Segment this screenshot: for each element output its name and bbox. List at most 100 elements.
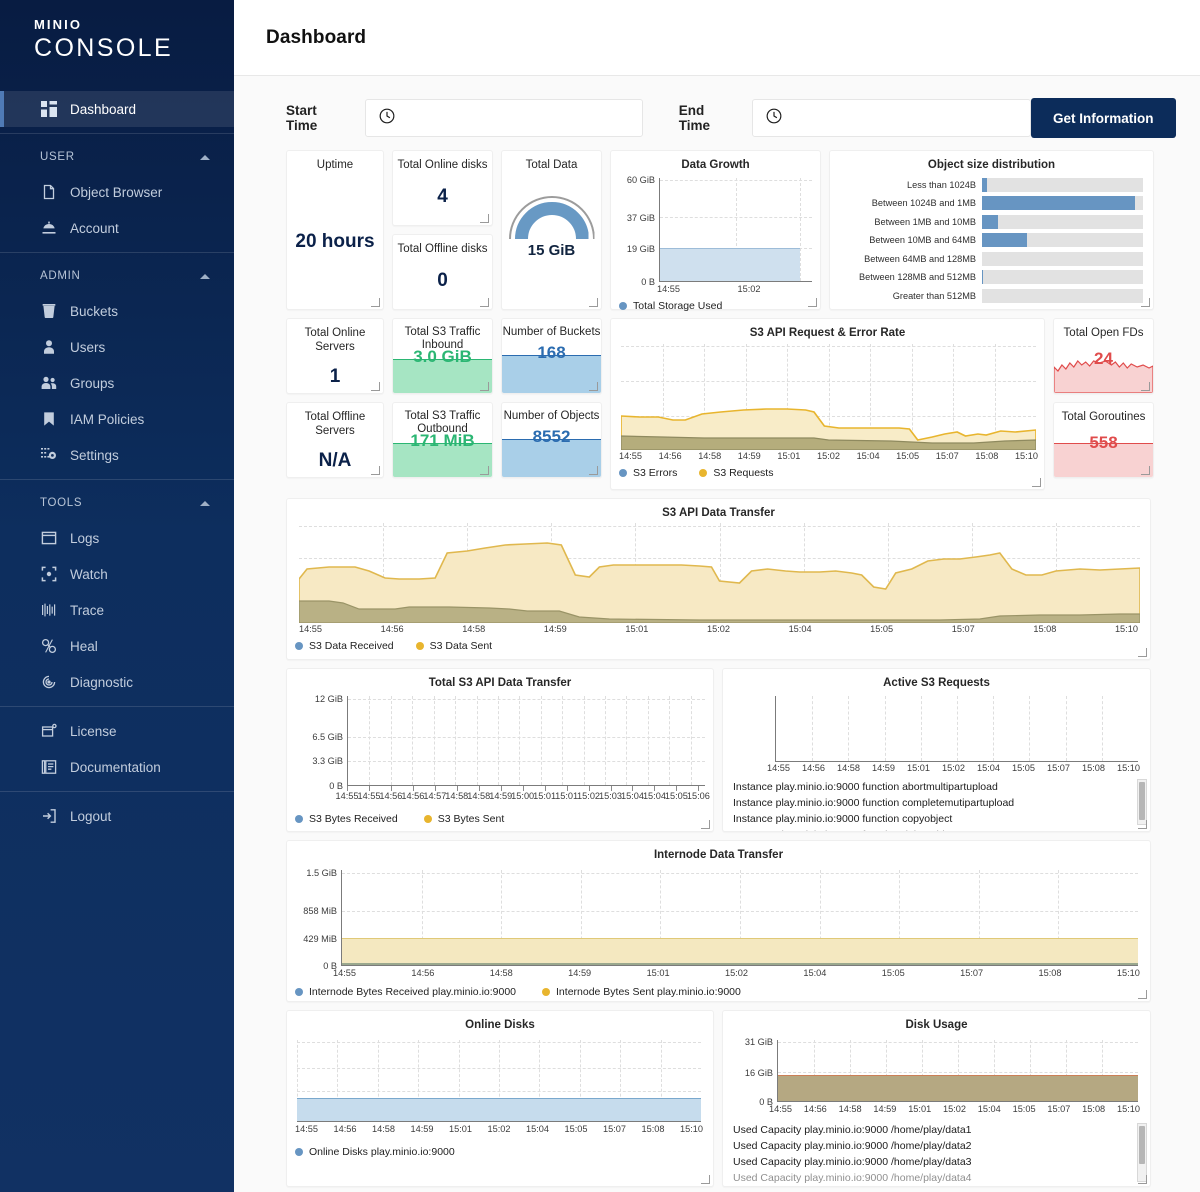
sidebar-item-heal[interactable]: Heal xyxy=(0,628,234,664)
sidebar-item-license[interactable]: License xyxy=(0,713,234,749)
legend-item[interactable]: Used Capacity play.minio.io:9000 /home/p… xyxy=(733,1138,1150,1154)
x-tick: 14:59 xyxy=(489,791,512,801)
sidebar-item-diagnostic[interactable]: Diagnostic xyxy=(0,664,234,700)
online-disks-chart-card[interactable]: Online Disks 14:55 14:56 14:58 14 xyxy=(286,1010,714,1187)
legend-item[interactable]: Instance play.minio.io:9000 function cop… xyxy=(733,811,1150,827)
resize-handle[interactable] xyxy=(1138,990,1147,999)
resize-handle[interactable] xyxy=(1032,478,1041,487)
total-goroutines-card[interactable]: Total Goroutines 558 xyxy=(1053,402,1154,478)
sidebar-item-logs[interactable]: Logs xyxy=(0,520,234,556)
kpi-row-2: Total Online Servers 1 Total Offline Ser… xyxy=(286,318,1176,490)
card-title: Total Goroutines xyxy=(1054,403,1153,424)
scrollbar-thumb[interactable] xyxy=(1139,1126,1145,1164)
resize-handle[interactable] xyxy=(589,382,598,391)
total-data-card[interactable]: Total Data 15 GiB xyxy=(501,150,602,310)
legend-item[interactable]: S3 Bytes Sent xyxy=(424,813,505,825)
legend-item[interactable]: Used Capacity play.minio.io:9000 /home/p… xyxy=(733,1170,1150,1186)
active-s3-requests-card[interactable]: Active S3 Requests 14:55 14:56 14:58 14:… xyxy=(722,668,1151,832)
total-offline-disks-card[interactable]: Total Offline disks 0 xyxy=(392,234,493,310)
sidebar-item-users[interactable]: Users xyxy=(0,329,234,365)
legend-item[interactable]: Internode Bytes Received play.minio.io:9… xyxy=(295,986,516,998)
sidebar-item-logout[interactable]: Logout xyxy=(0,798,234,834)
x-axis: 14:55 14:56 14:58 14:59 15:01 15:02 15:0… xyxy=(287,966,1150,978)
sidebar-item-object-browser[interactable]: Object Browser xyxy=(0,174,234,210)
sidebar-group-tools[interactable]: TOOLS xyxy=(0,486,234,520)
resize-handle[interactable] xyxy=(701,1175,710,1184)
x-tick: 15:01 xyxy=(555,791,578,801)
legend-item[interactable]: S3 Errors xyxy=(619,467,677,479)
sidebar-group-user[interactable]: USER xyxy=(0,140,234,174)
chevron-up-icon xyxy=(200,155,210,160)
legend-scrollbar[interactable] xyxy=(1137,1123,1147,1182)
resize-handle[interactable] xyxy=(808,298,817,307)
end-time-input[interactable] xyxy=(752,99,1030,137)
resize-handle[interactable] xyxy=(371,298,380,307)
resize-handle[interactable] xyxy=(1138,820,1147,829)
sidebar-item-dashboard[interactable]: Dashboard xyxy=(0,91,234,127)
resize-handle[interactable] xyxy=(480,214,489,223)
resize-handle[interactable] xyxy=(480,382,489,391)
x-tick: 15:04 xyxy=(621,791,644,801)
s3-traffic-outbound-card[interactable]: Total S3 Traffic Outbound 171 MiB xyxy=(392,402,493,478)
number-of-buckets-card[interactable]: Number of Buckets 168 xyxy=(501,318,602,394)
resize-handle[interactable] xyxy=(1138,648,1147,657)
object-size-distribution-card[interactable]: Object size distribution Less than 1024B… xyxy=(829,150,1154,310)
disk-usage-chart-card[interactable]: Disk Usage 0 B 16 GiB 31 GiB xyxy=(722,1010,1151,1187)
sidebar-item-trace[interactable]: Trace xyxy=(0,592,234,628)
total-online-disks-card[interactable]: Total Online disks 4 xyxy=(392,150,493,226)
total-online-servers-card[interactable]: Total Online Servers 1 xyxy=(286,318,384,394)
sidebar-item-label: Settings xyxy=(70,448,119,463)
legend-item[interactable]: S3 Requests xyxy=(699,467,773,479)
resize-handle[interactable] xyxy=(701,820,710,829)
s3-api-data-transfer-card[interactable]: S3 API Data Transfer 14 xyxy=(286,498,1151,660)
sidebar-item-groups[interactable]: Groups xyxy=(0,365,234,401)
x-tick: 14:56 xyxy=(804,1104,827,1114)
resize-handle[interactable] xyxy=(589,298,598,307)
resize-handle[interactable] xyxy=(1141,466,1150,475)
legend-item[interactable]: Used Capacity play.minio.io:9000 /home/p… xyxy=(733,1122,1150,1138)
legend-item[interactable]: Instance play.minio.io:9000 function del… xyxy=(733,827,1150,832)
scrollbar-thumb[interactable] xyxy=(1139,782,1145,820)
total-open-fds-card[interactable]: Total Open FDs 24 xyxy=(1053,318,1154,394)
legend-item[interactable]: Internode Bytes Sent play.minio.io:9000 xyxy=(542,986,741,998)
x-tick: 14:56 xyxy=(334,1124,357,1134)
legend-item[interactable]: S3 Data Sent xyxy=(416,640,492,652)
uptime-card[interactable]: Uptime 20 hours xyxy=(286,150,384,310)
x-axis: 14:55 14:56 14:58 14:59 15:01 15:02 15:0… xyxy=(723,762,1150,773)
get-information-button[interactable]: Get Information xyxy=(1031,98,1176,138)
legend-item[interactable]: S3 Data Received xyxy=(295,640,394,652)
sidebar-item-buckets[interactable]: Buckets xyxy=(0,293,234,329)
s3-api-request-error-rate-card[interactable]: S3 API Request & Error Rate xyxy=(610,318,1045,490)
legend-item[interactable]: Used Capacity play.minio.io:9000 /home/p… xyxy=(733,1154,1150,1170)
sidebar-item-documentation[interactable]: Documentation xyxy=(0,749,234,785)
resize-handle[interactable] xyxy=(1141,298,1150,307)
data-growth-chart-card[interactable]: Data Growth 0 B 19 GiB 37 GiB 60 GiB xyxy=(610,150,821,310)
legend-item[interactable]: S3 Bytes Received xyxy=(295,813,398,825)
legend-scrollbar[interactable] xyxy=(1137,779,1147,825)
sidebar-group-admin[interactable]: ADMIN xyxy=(0,259,234,293)
resize-handle[interactable] xyxy=(589,466,598,475)
number-of-objects-card[interactable]: Number of Objects 8552 xyxy=(501,402,602,478)
sidebar-item-watch[interactable]: Watch xyxy=(0,556,234,592)
sidebar-item-settings[interactable]: Settings xyxy=(0,437,234,473)
resize-handle[interactable] xyxy=(480,298,489,307)
resize-handle[interactable] xyxy=(1138,1175,1147,1184)
sidebar-item-iam-policies[interactable]: IAM Policies xyxy=(0,401,234,437)
legend-item[interactable]: Online Disks play.minio.io:9000 xyxy=(295,1146,455,1158)
total-s3-api-data-transfer-card[interactable]: Total S3 API Data Transfer 0 B 3.3 GiB 6… xyxy=(286,668,714,832)
sidebar-item-label: Account xyxy=(70,221,119,236)
bar-label: Greater than 512MB xyxy=(834,291,982,301)
resize-handle[interactable] xyxy=(1141,382,1150,391)
internode-data-transfer-card[interactable]: Internode Data Transfer 0 B 429 MiB 858 … xyxy=(286,840,1151,1002)
s3-traffic-inbound-card[interactable]: Total S3 Traffic Inbound 3.0 GiB xyxy=(392,318,493,394)
start-time-input[interactable] xyxy=(365,99,643,137)
offline-servers-value: N/A xyxy=(287,450,383,472)
resize-handle[interactable] xyxy=(371,382,380,391)
resize-handle[interactable] xyxy=(371,466,380,475)
sidebar-item-account[interactable]: Account xyxy=(0,210,234,246)
legend-item[interactable]: Total Storage Used xyxy=(619,300,722,312)
resize-handle[interactable] xyxy=(480,466,489,475)
legend-item[interactable]: Instance play.minio.io:9000 function abo… xyxy=(733,779,1150,795)
legend-item[interactable]: Instance play.minio.io:9000 function com… xyxy=(733,795,1150,811)
total-offline-servers-card[interactable]: Total Offline Servers N/A xyxy=(286,402,384,478)
